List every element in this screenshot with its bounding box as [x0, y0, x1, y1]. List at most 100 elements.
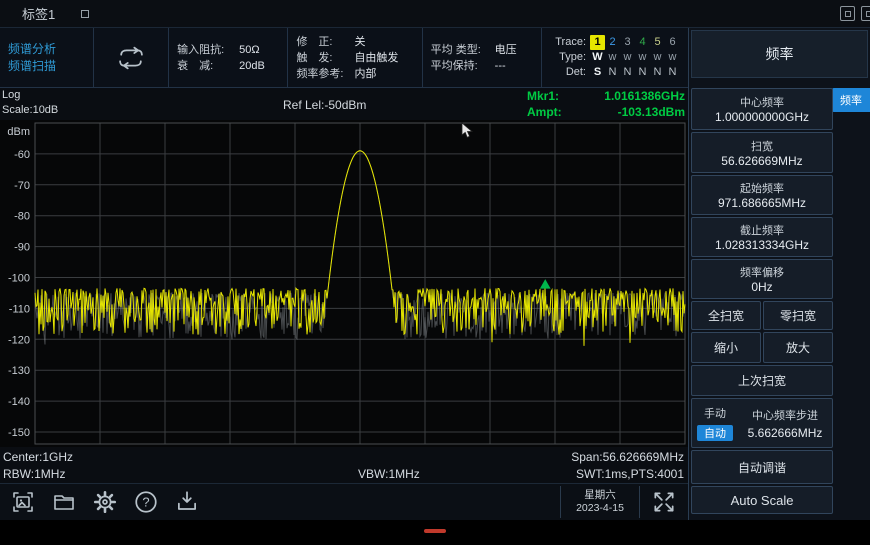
zero-span-button[interactable]: 零扫宽 — [763, 301, 833, 330]
span-label: 扫宽 — [751, 138, 773, 154]
file-browser-button[interactable] — [49, 489, 79, 516]
trace-3-selector[interactable]: 3 — [620, 35, 635, 50]
fullscreen-button[interactable] — [639, 486, 688, 518]
screenshot-button[interactable] — [8, 489, 38, 516]
swt-readout: SWT:1ms,PTS:4001 — [576, 467, 684, 481]
amplitude-scale-readout: Log Scale:10dB — [2, 88, 58, 118]
frequency-tag[interactable]: 频率 — [832, 88, 870, 112]
window-icon-1[interactable] — [840, 6, 855, 21]
type-row-label: Type: — [550, 50, 590, 65]
datetime-display[interactable]: 星期六 2023-4-15 — [560, 486, 639, 518]
span-value: 56.626669MHz — [721, 154, 802, 168]
trace-1-det: S — [590, 65, 605, 80]
svg-text:-90: -90 — [14, 242, 30, 254]
log-label: Log — [2, 88, 58, 103]
marker-ampt-label: Ampt: — [527, 104, 562, 120]
start-frequency-value: 971.686665MHz — [718, 196, 806, 210]
stop-frequency-label: 截止频率 — [740, 222, 784, 238]
start-frequency-label: 起始频率 — [740, 180, 784, 196]
svg-text:-140: -140 — [8, 396, 30, 408]
center-frequency-button[interactable]: 中心频率 1.000000000GHz — [691, 88, 833, 130]
help-button[interactable]: ? — [131, 489, 161, 516]
svg-text:-70: -70 — [14, 180, 30, 192]
trace-4-det: N — [635, 65, 650, 80]
gear-icon — [91, 489, 119, 515]
bottom-black-strip — [0, 520, 870, 545]
display-info-row: Log Scale:10dB Ref Lel:-50dBm Mkr1:1.016… — [0, 88, 688, 120]
tab-close-icon[interactable] — [81, 10, 89, 18]
cf-step-value: 5.662666MHz — [748, 426, 823, 440]
date-label: 2023-4-15 — [576, 502, 624, 515]
start-frequency-button[interactable]: 起始频率 971.686665MHz — [691, 175, 833, 215]
repeat-icon — [114, 46, 148, 70]
zoom-out-button[interactable]: 缩小 — [691, 332, 761, 363]
zoom-in-button[interactable]: 放大 — [763, 332, 833, 363]
tab-label1[interactable]: 标签1 — [22, 4, 89, 23]
span-button[interactable]: 扫宽 56.626669MHz — [691, 132, 833, 173]
auto-toggle[interactable]: 自动 — [697, 425, 733, 441]
cf-step-label: 中心频率步进 — [752, 407, 818, 423]
svg-text:-80: -80 — [14, 211, 30, 223]
trace-3-det: N — [620, 65, 635, 80]
marker-readout: Mkr1:1.0161386GHz Ampt:-103.13dBm — [527, 88, 685, 120]
rbw-readout: RBW:1MHz — [3, 467, 65, 481]
window-icon-2[interactable] — [861, 6, 870, 21]
spectrum-plot[interactable]: dBm-60-70-80-90-100-110-120-130-140-150 — [0, 120, 688, 447]
trace-2-selector[interactable]: 2 — [605, 35, 620, 50]
freq-ref-label: 频率参考: — [296, 66, 354, 82]
home-indicator[interactable] — [424, 529, 446, 533]
trace-4-selector[interactable]: 4 — [635, 35, 650, 50]
mouse-cursor — [461, 122, 475, 140]
spectrum-display[interactable]: dBm-60-70-80-90-100-110-120-130-140-150 — [0, 120, 688, 447]
manual-label[interactable]: 手动 — [704, 405, 726, 421]
spectrum-analyzer-screen: 标签1 频谱分析 频谱扫描 — [0, 0, 870, 545]
mode-spectrum-sweep[interactable]: 频谱扫描 — [8, 58, 85, 75]
toolbar: 频谱分析 频谱扫描 输入阻抗:50Ω 衰 减:20dB 修 正: — [0, 28, 688, 88]
bottom-icons: ? — [0, 489, 202, 516]
body: 频谱分析 频谱扫描 输入阻抗:50Ω 衰 减:20dB 修 正: — [0, 28, 870, 520]
trace-1-selector[interactable]: 1 — [590, 35, 605, 50]
mode-spectrum-analysis[interactable]: 频谱分析 — [8, 41, 85, 58]
folder-icon — [50, 490, 78, 514]
scale-label: Scale:10dB — [2, 103, 58, 118]
frequency-offset-value: 0Hz — [751, 280, 772, 294]
main-area: 频谱分析 频谱扫描 输入阻抗:50Ω 衰 减:20dB 修 正: — [0, 28, 688, 520]
auto-tune-button[interactable]: 自动调谐 — [691, 450, 833, 484]
cf-step-button[interactable]: 手动 自动 中心频率步进 5.662666MHz — [691, 398, 833, 448]
frequency-menu-sidebar: 频率 频率 中心频率 1.000000000GHz 扫宽 56.626669MH… — [688, 28, 870, 520]
marker-triangle — [541, 280, 550, 288]
trace-5-selector[interactable]: 5 — [650, 35, 665, 50]
settings-button[interactable] — [90, 489, 120, 516]
svg-text:-100: -100 — [8, 273, 30, 285]
trace-table: Trace: 1 2 3 4 5 6 Type: W w w w w w — [550, 35, 680, 80]
save-button[interactable] — [172, 489, 202, 516]
cf-step-readout: 中心频率步进 5.662666MHz — [738, 399, 832, 447]
trace-6-selector[interactable]: 6 — [665, 35, 680, 50]
svg-text:-110: -110 — [9, 303, 30, 315]
save-download-icon — [174, 489, 200, 515]
sidebar-title: 频率 — [691, 30, 868, 78]
mode-section: 频谱分析 频谱扫描 — [0, 28, 94, 87]
svg-text:-150: -150 — [8, 427, 30, 439]
sidebar-buttons: 中心频率 1.000000000GHz 扫宽 56.626669MHz 起始频率… — [691, 88, 833, 514]
correction-value: 关 — [354, 34, 365, 50]
center-frequency-value: 1.000000000GHz — [715, 110, 809, 124]
continuous-sweep-button[interactable] — [94, 28, 169, 87]
avg-hold-value: --- — [495, 58, 506, 74]
trigger-value: 自由触发 — [354, 50, 398, 66]
frequency-offset-button[interactable]: 频率偏移 0Hz — [691, 259, 833, 299]
span-pair-row: 全扫宽 零扫宽 — [691, 301, 833, 330]
last-span-button[interactable]: 上次扫宽 — [691, 365, 833, 396]
average-settings-section: 平均 类型:电压 平均保持:--- — [423, 28, 542, 87]
status-bar: Center:1GHz RBW:1MHz VBW:1MHz Span:56.62… — [0, 447, 688, 483]
ref-level-readout: Ref Lel:-50dBm — [283, 98, 366, 112]
marker-name: Mkr1: — [527, 88, 559, 104]
stop-frequency-button[interactable]: 截止频率 1.028313334GHz — [691, 217, 833, 257]
trace-4-type: w — [635, 50, 650, 65]
trace-1-type: W — [590, 50, 605, 65]
tab-title: 标签1 — [22, 4, 55, 23]
det-row-label: Det: — [550, 65, 590, 80]
bottom-bar: ? 星期六 2023-4-15 — [0, 483, 688, 520]
full-span-button[interactable]: 全扫宽 — [691, 301, 761, 330]
auto-scale-button[interactable]: Auto Scale — [691, 486, 833, 514]
